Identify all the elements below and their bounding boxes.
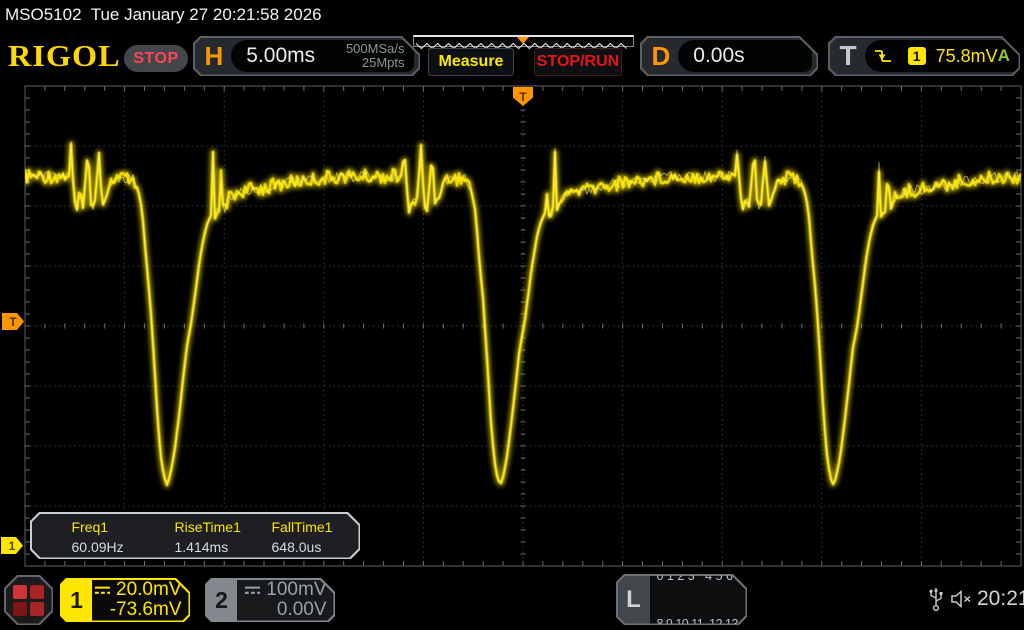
usb-icon <box>928 586 944 612</box>
trigger-position-preview-icon[interactable] <box>517 37 529 44</box>
channel1-number: 1 <box>62 580 92 621</box>
falling-edge-icon <box>874 48 892 64</box>
trigger-block[interactable]: T 1 75.8mV A <box>828 36 1020 76</box>
measurement-label: Freq1 <box>72 519 109 535</box>
measurement-label: RiseTime1 <box>175 519 241 535</box>
memory-depth: 25Mpts <box>346 56 405 70</box>
channel1-offset: -73.6mV <box>110 600 182 620</box>
timebase-pill: 5.00ms 500MSa/s 25Mpts <box>231 40 413 72</box>
bottom-bar: 1 20.0mV -73.6mV 2 <box>0 572 1024 630</box>
clock-text: 20:21 <box>977 587 1024 611</box>
measurement-value: 60.09Hz <box>72 539 124 555</box>
channel2-offset: 0.00V <box>277 600 327 620</box>
channel1-block[interactable]: 1 20.0mV -73.6mV <box>60 578 190 622</box>
measurement-label: FallTime1 <box>272 519 333 535</box>
delay-label: D <box>652 41 671 72</box>
measure-button[interactable]: Measure <box>428 48 514 76</box>
delay-pill: 0.00s <box>678 40 811 72</box>
acquisition-info: 500MSa/s 25Mpts <box>346 42 405 70</box>
channel2-number: 2 <box>207 580 237 621</box>
logic-label: L <box>618 576 650 624</box>
titlebar-spacer <box>82 5 91 24</box>
run-state-badge[interactable]: STOP <box>124 45 188 72</box>
horizontal-label: H <box>205 41 224 72</box>
graticule-and-waveform <box>0 78 1024 572</box>
measurement-value: 648.0us <box>272 539 322 555</box>
logic-row-2: 8 9 10 11 12 13 14 15 <box>657 616 770 630</box>
timebase-value: 5.00ms <box>240 44 315 68</box>
app-menu-grid-icon <box>13 585 44 616</box>
logic-channels-block[interactable]: L 0 1 2 3 4 5 6 7 8 9 10 11 12 13 14 15 <box>616 574 747 625</box>
trigger-source-badge: 1 <box>908 47 926 65</box>
datetime-text: Tue January 27 20:21:58 2026 <box>91 5 322 24</box>
stop-run-button[interactable]: STOP/RUN <box>534 48 622 76</box>
model-name: MSO5102 <box>5 5 82 24</box>
scope-display <box>0 78 1024 572</box>
channel2-block[interactable]: 2 100mV 0.00V <box>205 578 335 622</box>
oscilloscope-screen: MSO5102 Tue January 27 20:21:58 2026 RIG… <box>0 0 1024 630</box>
rigol-logo: RIGOL <box>8 38 121 74</box>
trigger-label: T <box>840 40 857 72</box>
channel2-scale: 100mV <box>266 580 326 600</box>
sample-rate: 500MSa/s <box>346 42 405 56</box>
app-menu-button[interactable] <box>4 575 53 625</box>
channel1-scale: 20.0mV <box>116 580 181 600</box>
delay-block[interactable]: D 0.00s <box>640 36 818 76</box>
dc-coupling-icon <box>244 584 261 596</box>
dc-coupling-icon <box>94 584 111 596</box>
trigger-pill: 1 75.8mV A <box>865 40 1021 72</box>
measurement-value: 1.414ms <box>175 539 229 555</box>
titlebar: MSO5102 Tue January 27 20:21:58 2026 <box>5 5 322 27</box>
horizontal-block[interactable]: H 5.00ms 500MSa/s 25Mpts <box>193 36 420 76</box>
measurement-panel[interactable]: Freq1 60.09Hz RiseTime1 1.414ms FallTime… <box>30 512 360 559</box>
trigger-level-value: 75.8mV <box>936 46 998 67</box>
speaker-muted-icon <box>950 589 974 609</box>
delay-value: 0.00s <box>687 44 744 68</box>
trigger-mode: A <box>998 46 1010 66</box>
